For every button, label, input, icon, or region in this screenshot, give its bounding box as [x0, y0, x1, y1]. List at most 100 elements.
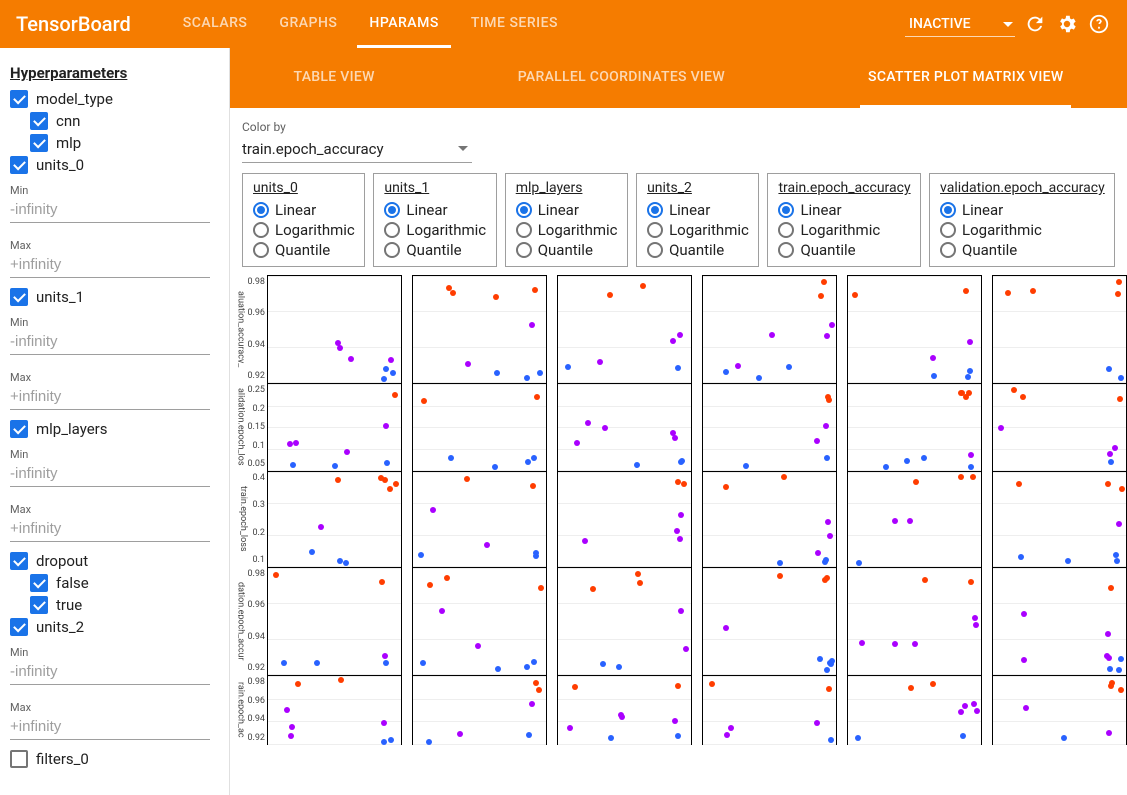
checkbox-icon[interactable] [10, 750, 28, 768]
radio-icon[interactable] [384, 222, 400, 238]
scale-radio-logarithmic[interactable]: Logarithmic [647, 220, 748, 240]
param-dropout[interactable]: dropout [0, 550, 229, 572]
scatter-cell[interactable] [557, 383, 692, 471]
tab-hparams[interactable]: HPARAMS [357, 0, 450, 48]
scale-radio-quantile[interactable]: Quantile [647, 240, 748, 260]
scale-radio-linear[interactable]: Linear [516, 200, 617, 220]
scatter-cell[interactable] [557, 471, 692, 567]
scale-radio-linear[interactable]: Linear [384, 200, 485, 220]
scatter-cell[interactable] [847, 471, 982, 567]
checkbox-icon[interactable] [10, 156, 28, 174]
scale-radio-logarithmic[interactable]: Logarithmic [778, 220, 910, 240]
checkbox-icon[interactable] [10, 288, 28, 306]
scatter-cell[interactable] [412, 675, 547, 745]
radio-icon[interactable] [647, 202, 663, 218]
scale-radio-logarithmic[interactable]: Logarithmic [940, 220, 1104, 240]
scatter-cell[interactable] [702, 383, 837, 471]
scale-radio-linear[interactable]: Linear [647, 200, 748, 220]
param-dropout-false[interactable]: false [0, 572, 229, 594]
scatter-cell[interactable] [702, 275, 837, 383]
tab-scalars[interactable]: SCALARS [171, 0, 260, 48]
scatter-cell[interactable] [702, 567, 837, 675]
subtab-scatter-matrix[interactable]: SCATTER PLOT MATRIX VIEW [860, 49, 1071, 108]
radio-icon[interactable] [253, 202, 269, 218]
units-2-min-input[interactable] [10, 659, 210, 685]
radio-icon[interactable] [516, 202, 532, 218]
mlp-layers-max-input[interactable] [10, 516, 210, 542]
radio-icon[interactable] [516, 222, 532, 238]
param-filters-0[interactable]: filters_0 [0, 748, 229, 770]
param-units-0[interactable]: units_0 [0, 154, 229, 176]
scatter-cell[interactable] [412, 471, 547, 567]
checkbox-icon[interactable] [10, 552, 28, 570]
units-0-min-input[interactable] [10, 197, 210, 223]
scatter-cell[interactable] [557, 567, 692, 675]
scale-radio-linear[interactable]: Linear [940, 200, 1104, 220]
subtab-table-view[interactable]: TABLE VIEW [286, 49, 383, 108]
checkbox-icon[interactable] [30, 574, 48, 592]
radio-icon[interactable] [253, 222, 269, 238]
tab-timeseries[interactable]: TIME SERIES [459, 0, 570, 48]
checkbox-icon[interactable] [30, 134, 48, 152]
scatter-cell[interactable] [992, 675, 1127, 745]
checkbox-icon[interactable] [30, 112, 48, 130]
scatter-cell[interactable] [847, 383, 982, 471]
scale-radio-quantile[interactable]: Quantile [516, 240, 617, 260]
subtab-parallel-coords[interactable]: PARALLEL COORDINATES VIEW [510, 49, 733, 108]
checkbox-icon[interactable] [10, 420, 28, 438]
radio-icon[interactable] [647, 242, 663, 258]
scale-radio-linear[interactable]: Linear [778, 200, 910, 220]
scale-radio-quantile[interactable]: Quantile [384, 240, 485, 260]
scatter-cell[interactable] [412, 275, 547, 383]
scatter-cell[interactable] [557, 275, 692, 383]
scatter-cell[interactable] [267, 675, 402, 745]
units-1-min-input[interactable] [10, 329, 210, 355]
radio-icon[interactable] [384, 242, 400, 258]
scale-radio-quantile[interactable]: Quantile [778, 240, 910, 260]
scale-radio-logarithmic[interactable]: Logarithmic [253, 220, 354, 240]
param-model-type-cnn[interactable]: cnn [0, 110, 229, 132]
scatter-cell[interactable] [267, 275, 402, 383]
scatter-cell[interactable] [557, 675, 692, 745]
radio-icon[interactable] [778, 222, 794, 238]
radio-icon[interactable] [940, 202, 956, 218]
radio-icon[interactable] [516, 242, 532, 258]
refresh-icon[interactable] [1023, 12, 1047, 36]
scatter-cell[interactable] [992, 567, 1127, 675]
scatter-cell[interactable] [702, 471, 837, 567]
checkbox-icon[interactable] [30, 596, 48, 614]
scatter-cell[interactable] [412, 567, 547, 675]
scatter-cell[interactable] [412, 383, 547, 471]
colorby-select[interactable]: train.epoch_accuracy [242, 136, 472, 163]
radio-icon[interactable] [778, 202, 794, 218]
scale-radio-quantile[interactable]: Quantile [940, 240, 1104, 260]
units-2-max-input[interactable] [10, 714, 210, 740]
scale-radio-quantile[interactable]: Quantile [253, 240, 354, 260]
tab-graphs[interactable]: GRAPHS [267, 0, 349, 48]
param-mlp-layers[interactable]: mlp_layers [0, 418, 229, 440]
scale-radio-linear[interactable]: Linear [253, 200, 354, 220]
scatter-cell[interactable] [847, 275, 982, 383]
units-0-max-input[interactable] [10, 252, 210, 278]
scatter-cell[interactable] [847, 567, 982, 675]
scatter-cell[interactable] [992, 383, 1127, 471]
scale-radio-logarithmic[interactable]: Logarithmic [384, 220, 485, 240]
reload-mode-select[interactable]: INACTIVE [905, 12, 1015, 37]
radio-icon[interactable] [940, 242, 956, 258]
units-1-max-input[interactable] [10, 384, 210, 410]
checkbox-icon[interactable] [10, 618, 28, 636]
radio-icon[interactable] [384, 202, 400, 218]
scatter-cell[interactable] [267, 471, 402, 567]
help-icon[interactable] [1087, 12, 1111, 36]
scatter-matrix[interactable]: aluation_accuracy_0.980.960.940.92alidat… [230, 267, 1127, 795]
param-units-1[interactable]: units_1 [0, 286, 229, 308]
scatter-cell[interactable] [847, 675, 982, 745]
gear-icon[interactable] [1055, 12, 1079, 36]
scatter-cell[interactable] [267, 567, 402, 675]
radio-icon[interactable] [940, 222, 956, 238]
param-dropout-true[interactable]: true [0, 594, 229, 616]
radio-icon[interactable] [778, 242, 794, 258]
radio-icon[interactable] [253, 242, 269, 258]
scatter-cell[interactable] [702, 675, 837, 745]
scatter-cell[interactable] [992, 471, 1127, 567]
